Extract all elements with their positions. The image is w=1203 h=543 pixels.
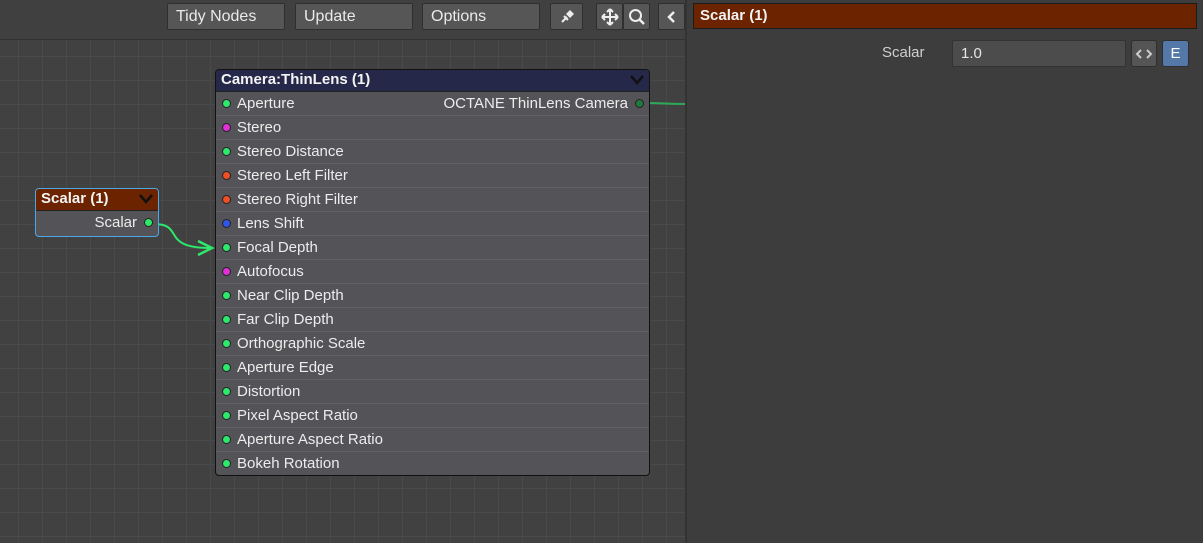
- link-icon: [1135, 48, 1153, 59]
- collapse-panel-button[interactable]: [658, 3, 685, 30]
- scalar-node-header[interactable]: Scalar (1): [36, 189, 158, 211]
- camera-input-row: Autofocus: [216, 260, 649, 284]
- input-port[interactable]: [222, 267, 231, 276]
- options-button[interactable]: Options: [422, 3, 540, 30]
- scalar-field-label: Scalar: [882, 44, 925, 61]
- scalar-node-title: Scalar (1): [41, 190, 109, 207]
- input-port[interactable]: [222, 171, 231, 180]
- scalar-node[interactable]: Scalar (1) Scalar: [35, 188, 159, 237]
- input-label: Bokeh Rotation: [237, 455, 340, 472]
- input-label: Stereo Distance: [237, 143, 344, 160]
- camera-input-row: Stereo Left Filter: [216, 164, 649, 188]
- input-port[interactable]: [222, 195, 231, 204]
- camera-input-row: Stereo Distance: [216, 140, 649, 164]
- input-port[interactable]: [222, 411, 231, 420]
- input-port[interactable]: [222, 123, 231, 132]
- input-port[interactable]: [222, 315, 231, 324]
- camera-input-row: Lens Shift: [216, 212, 649, 236]
- scalar-output-port[interactable]: [144, 218, 153, 227]
- input-label: Stereo Left Filter: [237, 167, 348, 184]
- search-button[interactable]: [623, 3, 650, 30]
- input-port[interactable]: [222, 387, 231, 396]
- camera-input-row: Bokeh Rotation: [216, 452, 649, 476]
- input-label: Stereo Right Filter: [237, 191, 358, 208]
- pin-icon: [560, 9, 574, 23]
- camera-node-header[interactable]: Camera:ThinLens (1): [216, 70, 649, 92]
- input-port[interactable]: [222, 363, 231, 372]
- camera-input-row: Aperture Aspect Ratio: [216, 428, 649, 452]
- input-label: Autofocus: [237, 263, 304, 280]
- camera-output-wire: [645, 102, 685, 105]
- camera-input-row: Stereo: [216, 116, 649, 140]
- input-label: Stereo: [237, 119, 282, 136]
- camera-input-row: Far Clip Depth: [216, 308, 649, 332]
- input-port[interactable]: [222, 147, 231, 156]
- tidy-nodes-button[interactable]: Tidy Nodes: [167, 3, 285, 30]
- chevron-left-icon: [666, 10, 675, 23]
- input-port[interactable]: [222, 243, 231, 252]
- camera-output-port[interactable]: [635, 99, 644, 108]
- properties-panel: Scalar (1) Scalar 1.0 E: [687, 0, 1203, 543]
- input-label: Far Clip Depth: [237, 311, 334, 328]
- camera-output-label: OCTANE ThinLens Camera: [443, 95, 628, 112]
- camera-input-row: Near Clip Depth: [216, 284, 649, 308]
- input-port[interactable]: [222, 99, 231, 108]
- move-icon: [600, 7, 619, 26]
- input-label: Lens Shift: [237, 215, 304, 232]
- search-icon: [628, 8, 645, 25]
- envelope-button[interactable]: E: [1162, 40, 1189, 67]
- scalar-output-label: Scalar: [94, 214, 137, 231]
- camera-input-row: Aperture Edge: [216, 356, 649, 380]
- input-port[interactable]: [222, 459, 231, 468]
- input-label: Aperture Edge: [237, 359, 334, 376]
- camera-thinlens-node[interactable]: Camera:ThinLens (1) Aperture OCTANE ThinL…: [215, 69, 650, 476]
- camera-input-row: Pixel Aspect Ratio: [216, 404, 649, 428]
- input-label: Near Clip Depth: [237, 287, 344, 304]
- node-canvas[interactable]: Camera:ThinLens (1) Aperture OCTANE ThinL…: [0, 0, 685, 543]
- camera-input-row: Stereo Right Filter: [216, 188, 649, 212]
- input-label: Pixel Aspect Ratio: [237, 407, 358, 424]
- input-port[interactable]: [222, 291, 231, 300]
- toolbar: Tidy Nodes Update Options: [0, 0, 685, 40]
- camera-node-title: Camera:ThinLens (1): [221, 71, 371, 88]
- camera-input-row: Distortion: [216, 380, 649, 404]
- input-port[interactable]: [222, 339, 231, 348]
- input-label: Orthographic Scale: [237, 335, 366, 352]
- input-port[interactable]: [222, 435, 231, 444]
- move-button[interactable]: [596, 3, 623, 30]
- scalar-output-row: Scalar: [36, 211, 158, 235]
- chevron-down-icon[interactable]: [629, 73, 645, 87]
- update-button[interactable]: Update: [295, 3, 413, 30]
- camera-input-row: Orthographic Scale: [216, 332, 649, 356]
- panel-title: Scalar (1): [693, 3, 1197, 29]
- input-port[interactable]: [222, 219, 231, 228]
- input-label: Distortion: [237, 383, 301, 400]
- scalar-value-input[interactable]: 1.0: [952, 40, 1126, 67]
- camera-input-row: Aperture OCTANE ThinLens Camera: [216, 92, 649, 116]
- link-button[interactable]: [1131, 40, 1157, 67]
- input-label: Focal Depth: [237, 239, 318, 256]
- chevron-down-icon[interactable]: [138, 192, 154, 206]
- camera-input-row: Focal Depth: [216, 236, 649, 260]
- input-label: Aperture Aspect Ratio: [237, 431, 383, 448]
- scalar-to-focal-depth-wire: [153, 223, 211, 249]
- input-label: Aperture: [237, 95, 295, 112]
- pin-button[interactable]: [550, 3, 583, 30]
